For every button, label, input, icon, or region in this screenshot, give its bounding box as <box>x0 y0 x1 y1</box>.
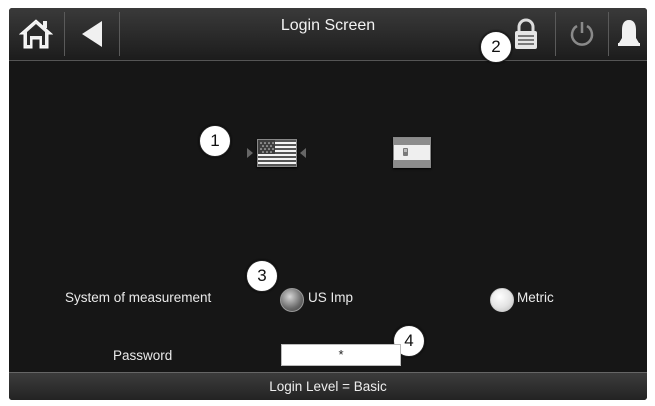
bell-icon <box>617 20 640 46</box>
us-imp-radio[interactable] <box>280 288 304 312</box>
language-flag-spanish[interactable] <box>393 137 431 168</box>
power-icon <box>570 22 594 46</box>
login-level-text: Login Level = Basic <box>269 379 387 394</box>
login-level-status-bar: Login Level = Basic <box>9 372 647 400</box>
us-flag-icon <box>258 140 296 166</box>
callout-badge-1: 1 <box>199 125 231 157</box>
metric-label[interactable]: Metric <box>517 290 554 305</box>
top-toolbar: Login Screen <box>9 8 647 61</box>
metric-radio[interactable] <box>490 288 514 312</box>
callout-badge-2: 2 <box>480 31 512 63</box>
callout-badge-3: 3 <box>246 260 278 292</box>
page-title: Login Screen <box>280 17 376 34</box>
password-input[interactable]: * <box>281 344 401 366</box>
language-flag-us[interactable] <box>257 139 297 167</box>
alarm-button[interactable] <box>610 8 647 60</box>
measurement-label: System of measurement <box>65 290 212 305</box>
power-button[interactable] <box>557 8 607 60</box>
selector-right-arrow-icon <box>300 148 306 158</box>
login-screen-frame: Login Screen 1 2 3 4 System of measureme… <box>9 8 647 400</box>
us-imp-label[interactable]: US Imp <box>308 290 353 305</box>
lock-icon <box>515 18 537 49</box>
selector-left-arrow-icon <box>247 148 253 158</box>
password-label: Password <box>113 348 173 363</box>
spain-flag-icon <box>394 138 430 167</box>
